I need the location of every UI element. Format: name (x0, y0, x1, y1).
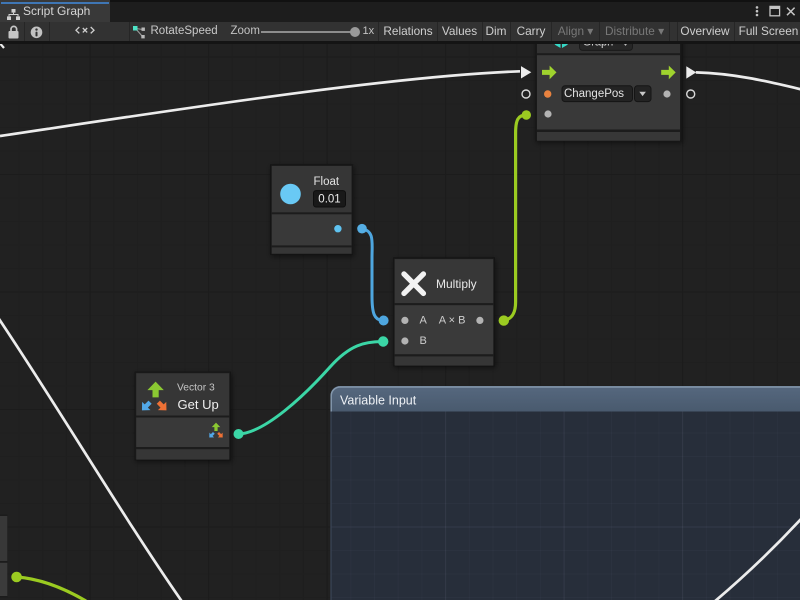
svg-text:ChangePos: ChangePos (564, 88, 624, 100)
svg-text:A: A (420, 315, 428, 327)
svg-text:B: B (420, 335, 427, 347)
svg-text:A × B: A × B (439, 315, 466, 327)
svg-text:Float: Float (314, 176, 340, 188)
svg-text:Graph: Graph (583, 44, 614, 48)
svg-text:0.01: 0.01 (318, 193, 340, 205)
svg-text:Get Up: Get Up (178, 397, 219, 412)
svg-text:Variable Input: Variable Input (340, 394, 417, 408)
svg-text:Multiply: Multiply (436, 277, 477, 291)
svg-text:Vector 3: Vector 3 (177, 383, 215, 394)
